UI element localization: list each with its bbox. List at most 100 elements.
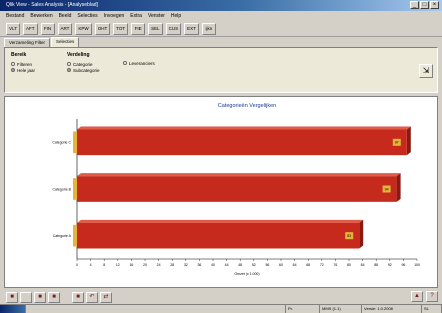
bar-side-face: [359, 219, 364, 249]
menu-view[interactable]: Beeld: [59, 13, 72, 19]
x-tick-label: 84: [361, 263, 365, 267]
bar-value-label: 97: [395, 141, 399, 145]
apply-filter-button[interactable]: ⇲: [419, 64, 433, 78]
status-message: [26, 305, 286, 313]
range-group-title: Bereik: [11, 52, 27, 58]
x-tick-label: 64: [293, 263, 297, 267]
chart-title: Categorieën Vergelijken: [218, 103, 276, 109]
x-tick-label: 12: [116, 263, 120, 267]
distribution-option-3-label: Leveranciers: [129, 60, 155, 66]
x-tick-label: 8: [103, 263, 105, 267]
blank-icon[interactable]: [20, 291, 32, 303]
toolbar-button-12[interactable]: ijkn: [201, 22, 216, 35]
forward-icon[interactable]: ⇄: [100, 291, 112, 303]
menu-edit[interactable]: Bewerken: [30, 13, 52, 19]
sheet-tabs: Verzameling Filter Selecties: [4, 37, 80, 47]
tab-selections[interactable]: Selecties: [51, 37, 80, 47]
radio-selected-icon: [67, 68, 71, 72]
menu-selections[interactable]: Selecties: [77, 13, 97, 19]
bar-base-marker: [73, 131, 77, 154]
bar: [77, 222, 360, 249]
bar-top-face: [77, 126, 411, 130]
menu-help[interactable]: Help: [171, 13, 181, 19]
title-bar: Qlik View - Sales Analysis - [Analysebla…: [0, 0, 442, 11]
minimize-icon[interactable]: _: [410, 1, 419, 9]
distribution-extra: Leveranciers: [123, 60, 155, 66]
status-server: MMS (1.1): [320, 305, 362, 313]
x-tick-label: 40: [211, 263, 215, 267]
stop-icon[interactable]: ■: [34, 291, 46, 303]
x-tick-label: 56: [265, 263, 269, 267]
toolbar-button-4[interactable]: ART: [57, 22, 73, 35]
distribution-group-title: Verdeling: [67, 52, 90, 58]
category-label: Categorie B: [53, 187, 72, 191]
status-mode: Pr.: [286, 305, 320, 313]
range-option-2[interactable]: Hele jaar: [11, 67, 35, 73]
x-tick-label: 4: [90, 263, 92, 267]
close-icon[interactable]: ×: [430, 1, 439, 9]
x-tick-label: 100: [414, 263, 420, 267]
menu-tools[interactable]: Extra: [130, 13, 142, 19]
toolbar-button-2[interactable]: AFT: [23, 22, 38, 35]
bar-chart: Categorieën Vergelijken0 4 8 12 16 20 24 28 32 36…: [52, 103, 420, 276]
toolbar-button-3[interactable]: FIN: [40, 22, 55, 35]
x-tick-label: 0: [76, 263, 78, 267]
bottom-right-tools: ▲ ?: [411, 291, 438, 302]
bottom-toolbar: ■ ■ ■ ■ ↶ ⇄: [0, 290, 442, 304]
radio-icon: [123, 61, 127, 65]
tab-filter[interactable]: Verzameling Filter: [4, 38, 51, 47]
filter-panel: Bereik Filteren Hele jaar Verdeling Cate…: [4, 47, 438, 93]
distribution-group: Verdeling Categorie Subcategorie: [67, 52, 100, 73]
toolbar-button-8[interactable]: FIE: [131, 22, 146, 35]
window-title: Qlik View - Sales Analysis - [Analysebla…: [6, 2, 98, 8]
x-tick-label: 16: [129, 263, 133, 267]
radio-selected-icon: [11, 68, 15, 72]
distribution-option-1-label: Categorie: [73, 61, 93, 67]
x-tick-label: 76: [333, 263, 337, 267]
x-tick-label: 52: [252, 263, 256, 267]
bar-base-marker: [73, 178, 77, 200]
distribution-option-2-label: Subcategorie: [73, 67, 100, 73]
x-tick-label: 72: [320, 263, 324, 267]
toolbar-button-7[interactable]: TOT: [113, 22, 129, 35]
toolbar-button-1[interactable]: VLT: [6, 22, 20, 35]
x-tick-label: 88: [374, 263, 378, 267]
distribution-option-3[interactable]: Leveranciers: [123, 60, 155, 66]
toolbar-button-6[interactable]: OHT: [94, 22, 111, 35]
maximize-icon[interactable]: □: [420, 1, 429, 9]
category-label: Categorie C: [52, 141, 71, 145]
x-tick-label: 68: [306, 263, 310, 267]
toolbar: VLT AFT FIN ART KPW OHT TOT FIE SEL CUS …: [0, 21, 442, 37]
distribution-option-2[interactable]: Subcategorie: [67, 67, 100, 73]
status-flag: SL: [422, 305, 442, 313]
radio-icon: [67, 62, 71, 66]
menu-insert[interactable]: Invoegen: [104, 13, 125, 19]
menu-bar: Bestand Bewerken Beeld Selecties Invoege…: [0, 11, 442, 21]
bar: [77, 129, 407, 156]
toolbar-button-5[interactable]: KPW: [75, 22, 92, 35]
radio-icon: [11, 62, 15, 66]
bar: [77, 176, 397, 202]
x-tick-label: 96: [401, 263, 405, 267]
toolbar-button-11[interactable]: EXT: [184, 22, 199, 35]
x-tick-label: 80: [347, 263, 351, 267]
menu-file[interactable]: Bestand: [6, 13, 24, 19]
status-bar: Pr. MMS (1.1) Versie: 1.0.2008 SL: [0, 304, 442, 313]
bookmark-icon[interactable]: ■: [72, 291, 84, 303]
print-icon[interactable]: ▲: [411, 291, 423, 302]
bar-top-face: [77, 219, 364, 223]
toolbar-button-9[interactable]: SEL: [148, 22, 163, 35]
first-icon[interactable]: ■: [6, 291, 18, 303]
toolbar-button-10[interactable]: CUS: [165, 22, 182, 35]
range-option-1-label: Filteren: [17, 61, 33, 67]
x-tick-label: 28: [170, 263, 174, 267]
menu-window[interactable]: Venster: [148, 13, 165, 19]
bar-base-marker: [73, 224, 77, 247]
back-icon[interactable]: ↶: [86, 291, 98, 303]
record-icon[interactable]: ■: [48, 291, 60, 303]
x-tick-label: 44: [225, 263, 229, 267]
bar-value-label: 83: [347, 234, 351, 238]
help-icon[interactable]: ?: [426, 291, 438, 302]
bar-value-label: 94: [385, 187, 389, 191]
x-tick-label: 48: [238, 263, 242, 267]
